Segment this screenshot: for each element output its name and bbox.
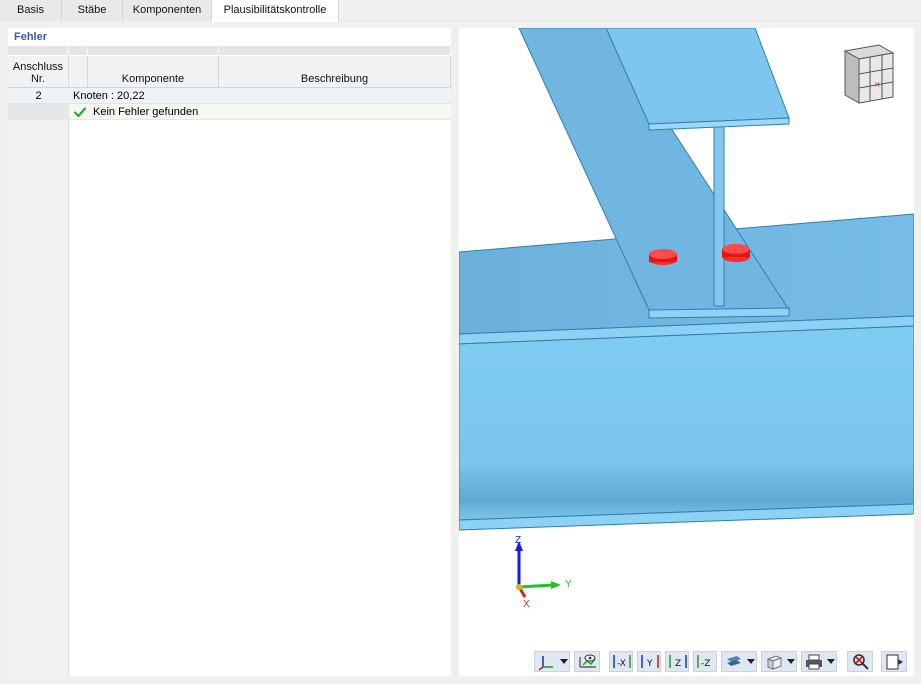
header-band xyxy=(88,46,219,55)
box-icon xyxy=(766,655,783,670)
view-filter-button[interactable] xyxy=(574,651,600,672)
view-y-button[interactable]: Y xyxy=(637,651,661,672)
chevron-down-icon xyxy=(787,659,795,664)
tab-komponenten[interactable]: Komponenten xyxy=(123,0,212,21)
axis-y-label: Y xyxy=(565,579,572,590)
header-band xyxy=(219,46,451,55)
view-z-icon: Z xyxy=(669,655,687,669)
header-band xyxy=(69,46,88,55)
error-panel: Fehler Anschluss Nr. Komponente Beschrei… xyxy=(8,28,451,676)
svg-text:-X: -X xyxy=(617,659,626,669)
chevron-down-icon xyxy=(747,659,755,664)
row-number: 2 xyxy=(35,90,42,102)
status-message: Kein Fehler gefunden xyxy=(93,106,199,118)
tab-bar: Basis Stäbe Komponenten Plausibilitätsko… xyxy=(0,0,921,22)
view-minus-z-icon: -Z xyxy=(697,655,710,669)
check-icon xyxy=(73,107,87,118)
chevron-down-icon xyxy=(560,659,568,664)
axes-icon xyxy=(538,656,553,671)
tab-plausibilitaetskontrolle[interactable]: Plausibilitätskontrolle xyxy=(212,0,339,22)
axis-x-label: X xyxy=(523,599,530,610)
row-number xyxy=(8,104,69,120)
table-row[interactable]: Kein Fehler gefunden xyxy=(8,104,451,120)
panel-title: Fehler xyxy=(8,28,451,46)
row-number-column xyxy=(8,88,69,676)
error-table: Anschluss Nr. Komponente Beschreibung 2 … xyxy=(8,46,451,676)
header-band xyxy=(8,46,69,55)
column-header-nr[interactable]: Anschluss Nr. xyxy=(8,56,69,88)
zoom-reset-icon xyxy=(853,654,869,670)
column-header-komponente[interactable]: Komponente xyxy=(88,56,219,88)
tab-staebe[interactable]: Stäbe xyxy=(62,0,123,21)
export-icon xyxy=(886,654,903,670)
view-x-icon: -X xyxy=(613,655,631,669)
column-header-nr-line2: Nr. xyxy=(30,73,46,85)
chevron-down-icon xyxy=(827,659,835,664)
export-button[interactable] xyxy=(881,651,907,672)
3d-viewport[interactable]: × Z Y X -X Y Z -Z xyxy=(459,28,914,676)
column-header-nr-line1: Anschluss xyxy=(12,61,64,73)
view-cube-icon[interactable]: × xyxy=(837,41,899,107)
column-header-beschreibung-label: Beschreibung xyxy=(300,73,369,85)
reset-view-button[interactable] xyxy=(847,651,873,672)
svg-text:Y: Y xyxy=(646,659,653,669)
svg-text:-Z: -Z xyxy=(701,659,710,669)
render-icon xyxy=(727,656,741,666)
column-header-status[interactable] xyxy=(69,56,88,88)
node-label: Knoten : 20,22 xyxy=(73,90,145,102)
table-row[interactable]: 2 Knoten : 20,22 xyxy=(8,88,451,104)
view-y-icon: Y xyxy=(641,655,659,669)
axis-z-label: Z xyxy=(515,535,522,546)
view-minus-z-button[interactable]: -Z xyxy=(693,651,717,672)
svg-text:×: × xyxy=(874,80,881,89)
column-header-beschreibung[interactable]: Beschreibung xyxy=(219,56,451,88)
eye-icon xyxy=(579,654,596,668)
column-header-komponente-label: Komponente xyxy=(121,73,185,85)
view-z-button[interactable]: Z xyxy=(665,651,689,672)
svg-text:Z: Z xyxy=(675,659,681,669)
view-minus-x-button[interactable]: -X xyxy=(609,651,633,672)
print-icon xyxy=(806,654,822,670)
tab-basis[interactable]: Basis xyxy=(0,0,62,21)
